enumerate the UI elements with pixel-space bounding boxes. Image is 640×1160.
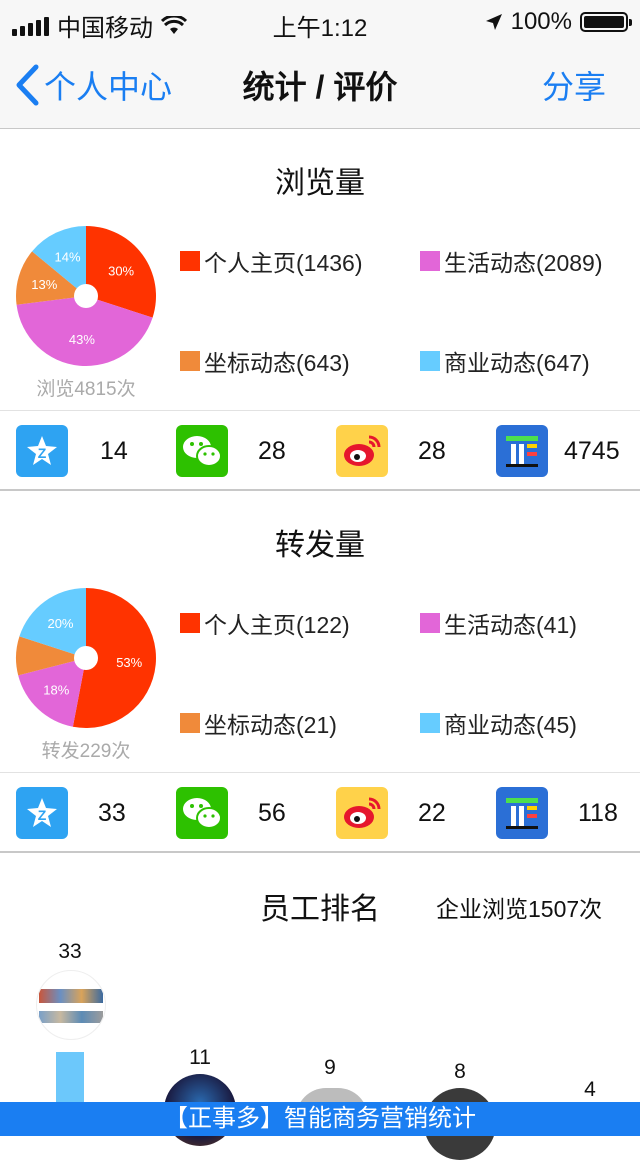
rank-value: 9 bbox=[324, 1056, 336, 1079]
qzone-icon: Z bbox=[16, 425, 68, 477]
status-right: 100% bbox=[485, 8, 632, 36]
share-count: 4745 bbox=[564, 436, 620, 465]
share-weibo[interactable]: 22 bbox=[336, 787, 446, 839]
ranking-title: 员工排名 bbox=[260, 893, 380, 926]
app-icon bbox=[496, 787, 548, 839]
legend-label: 商业动态(45) bbox=[444, 712, 577, 738]
share-count: 14 bbox=[100, 436, 128, 465]
pie-slice-label: 18% bbox=[43, 683, 69, 698]
views-title: 浏览量 bbox=[275, 167, 365, 200]
legend-personal: 个人主页(122) bbox=[180, 606, 350, 640]
pie-center-hole bbox=[74, 646, 98, 670]
battery-icon bbox=[580, 12, 632, 32]
location-arrow-icon bbox=[485, 14, 502, 30]
qzone-icon: Z bbox=[16, 787, 68, 839]
share-count: 118 bbox=[578, 798, 618, 827]
legend-life: 生活动态(41) bbox=[420, 606, 577, 640]
share-count: 22 bbox=[418, 798, 446, 827]
forwards-share-row: Z 33 56 22 118 bbox=[0, 772, 640, 853]
share-qzone[interactable]: Z 33 bbox=[16, 787, 126, 839]
svg-text:Z: Z bbox=[38, 807, 47, 823]
weibo-icon bbox=[336, 787, 388, 839]
legend-personal: 个人主页(1436) bbox=[180, 244, 362, 278]
legend-life: 生活动态(2089) bbox=[420, 244, 602, 278]
share-count: 28 bbox=[258, 436, 286, 465]
ranking-subtitle: 企业浏览1507次 bbox=[436, 896, 603, 922]
share-app[interactable]: 4745 bbox=[496, 425, 620, 477]
share-count: 33 bbox=[98, 798, 126, 827]
pie-slice-label: 14% bbox=[55, 250, 81, 265]
legend-swatch bbox=[180, 713, 200, 733]
legend-swatch bbox=[420, 351, 440, 371]
legend-swatch bbox=[420, 613, 440, 633]
pie-slice-label: 53% bbox=[116, 655, 142, 670]
avatar[interactable] bbox=[36, 970, 106, 1040]
share-wechat[interactable]: 28 bbox=[176, 425, 286, 477]
rank-value: 33 bbox=[58, 940, 82, 963]
rank-value: 11 bbox=[189, 1046, 211, 1069]
legend-swatch bbox=[420, 713, 440, 733]
legend-label: 商业动态(647) bbox=[444, 350, 590, 376]
views-share-row: Z 14 28 28 4745 bbox=[0, 410, 640, 491]
share-wechat[interactable]: 56 bbox=[176, 787, 286, 839]
share-button[interactable]: 分享 bbox=[542, 62, 606, 108]
share-weibo[interactable]: 28 bbox=[336, 425, 446, 477]
legend-swatch bbox=[180, 613, 200, 633]
legend-coord: 坐标动态(21) bbox=[180, 706, 337, 740]
share-count: 56 bbox=[258, 798, 286, 827]
legend-business: 商业动态(45) bbox=[420, 706, 577, 740]
forwards-pie-chart: 53% 18% 20% bbox=[16, 588, 157, 728]
wechat-icon bbox=[176, 787, 228, 839]
footer-banner: 【正事多】智能商务营销统计 bbox=[0, 1102, 640, 1136]
legend-coord: 坐标动态(643) bbox=[180, 344, 350, 378]
rank-bar bbox=[56, 1052, 84, 1102]
legend-label: 个人主页(1436) bbox=[204, 250, 363, 276]
legend-label: 生活动态(2089) bbox=[444, 250, 603, 276]
legend-label: 坐标动态(21) bbox=[204, 712, 337, 738]
views-pie-chart: 30% 43% 13% 14% bbox=[16, 226, 157, 366]
pie-slice-label: 30% bbox=[108, 263, 134, 278]
forwards-caption: 转发229次 bbox=[41, 741, 131, 762]
legend-label: 个人主页(122) bbox=[204, 612, 350, 638]
pie-slice-label: 13% bbox=[31, 277, 57, 292]
legend-business: 商业动态(647) bbox=[420, 344, 590, 378]
wechat-icon bbox=[176, 425, 228, 477]
pie-slice-label: 43% bbox=[69, 332, 95, 347]
share-qzone[interactable]: Z 14 bbox=[16, 425, 128, 477]
weibo-icon bbox=[336, 425, 388, 477]
battery-percent: 100% bbox=[510, 8, 572, 35]
legend-label: 坐标动态(643) bbox=[204, 350, 350, 376]
rank-value: 8 bbox=[454, 1060, 466, 1083]
share-count: 28 bbox=[418, 436, 446, 465]
legend-swatch bbox=[420, 251, 440, 271]
rank-value: 4 bbox=[584, 1078, 596, 1101]
app-icon bbox=[496, 425, 548, 477]
views-caption: 浏览4815次 bbox=[36, 379, 136, 400]
forwards-title: 转发量 bbox=[275, 529, 365, 562]
pie-center-hole bbox=[74, 284, 98, 308]
svg-text:Z: Z bbox=[38, 445, 47, 461]
pie-slice-label: 20% bbox=[47, 616, 73, 631]
share-app[interactable]: 118 bbox=[496, 787, 618, 839]
status-bar: 中国移动 上午1:12 100% bbox=[0, 0, 640, 42]
legend-label: 生活动态(41) bbox=[444, 612, 577, 638]
legend-swatch bbox=[180, 251, 200, 271]
nav-bar: 个人中心 统计 / 评价 分享 bbox=[0, 40, 640, 129]
legend-swatch bbox=[180, 351, 200, 371]
